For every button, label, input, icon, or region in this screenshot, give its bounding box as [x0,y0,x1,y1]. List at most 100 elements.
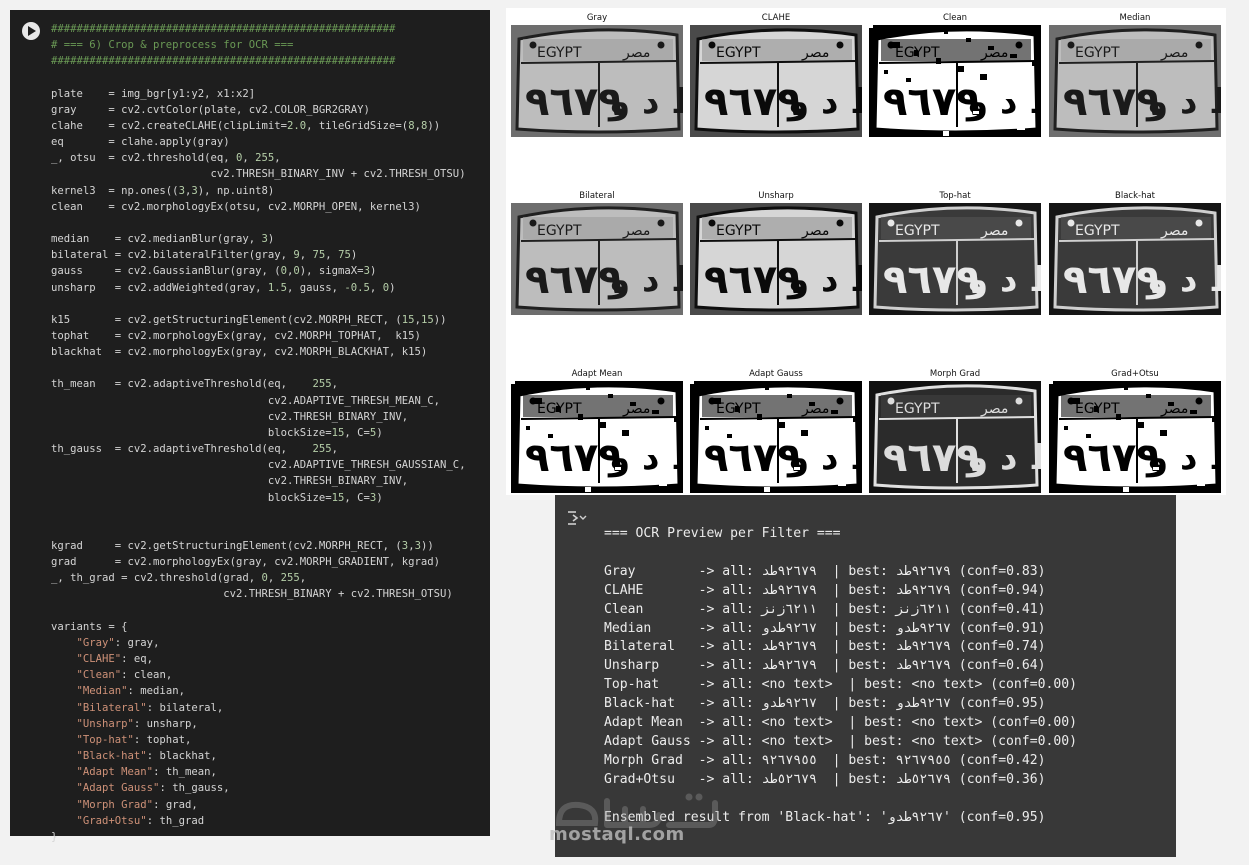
code-line: th_mean = cv2.adaptiveThreshold(eq, 255, [51,378,339,391]
output-line: Adapt Gauss -> all: <no text> | best: <n… [604,733,1077,749]
code-line: "Adapt Gauss": th_gauss, [76,782,230,795]
code-line: cv2.THRESH_BINARY + cv2.THRESH_OTSU) [51,588,453,601]
svg-text:ط د و: ط د و [607,260,683,300]
svg-text:٩٦٧٩: ٩٦٧٩ [704,435,802,481]
output-line: Gray -> all: ٩٢٦٧٩طد | best: ٩٢٦٧٩طد (co… [604,563,1046,579]
code-line: bilateral = cv2.bilateralFilter(gray, 9,… [51,249,358,262]
svg-text:ط د و: ط د و [965,438,1041,478]
panel-title: Unsharp [758,191,794,201]
output-line: Morph Grad -> all: ٩٢٦٧٩٥٥ | best: ٩٢٦٧٩… [604,752,1046,768]
code-line: "Clean": clean, [76,669,173,682]
code-line: blockSize=15, C=3) [51,491,383,504]
figure-panel: Black-hat EGYPT مصر ٩٦٧٩ط د و [1049,189,1221,315]
svg-text:ط د و: ط د و [965,260,1041,300]
figure-panel: Median EGYPT مصر ٩٦٧٩ط د و [1049,11,1221,137]
filter-preview-figure: GrayEGYPTمصر٩٦٧٩ط د وCLAHEEGYPTمصر٩٦٧٩ط … [506,8,1226,495]
svg-text:٩٦٧٩: ٩٦٧٩ [525,257,623,303]
output-toggle-icon[interactable] [565,509,589,527]
code-line: cv2.ADAPTIVE_THRESH_MEAN_C, [51,394,441,407]
svg-text:EGYPT: EGYPT [716,223,761,239]
license-plate-image: EGYPTمصر٩٦٧٩ط د و [1049,203,1221,315]
code-line: } [51,830,58,843]
code-line: ########################################… [51,55,396,68]
svg-text:EGYPT: EGYPT [895,401,940,417]
svg-text:٩٦٧٩: ٩٦٧٩ [1063,435,1161,481]
code-line: blockSize=15, C=5) [51,426,383,439]
code-line: # === 6) Crop & preprocess for OCR === [51,39,294,52]
svg-text:٩٦٧٩: ٩٦٧٩ [883,79,981,125]
panel-title: Gray [586,13,608,23]
svg-text:٩٦٧٩: ٩٦٧٩ [1063,79,1161,125]
license-plate-image: EGYPT مصر ٩٦٧٩ط د و [1049,25,1221,137]
output-line: Clean -> all: ٦٢١١زنز | best: ٦٢١١زنز (c… [604,601,1046,617]
output-line: Adapt Mean -> all: <no text> | best: <no… [604,715,1077,731]
code-editor[interactable]: ########################################… [51,21,466,845]
code-line: median = cv2.medianBlur(gray, 3) [51,233,275,246]
svg-text:٩٦٧٩: ٩٦٧٩ [1063,257,1161,303]
code-line: "Adapt Mean": th_mean, [76,766,217,779]
code-line: clahe = cv2.createCLAHE(clipLimit=2.0, t… [51,119,441,132]
run-cell-button[interactable] [22,22,40,40]
panel-title: Adapt Mean [571,369,623,379]
svg-text:ط د و: ط د و [1145,82,1221,122]
svg-text:مصر: مصر [980,223,1008,239]
license-plate-image: EGYPTمصر٩٦٧٩ط د و [511,203,683,315]
svg-text:مصر: مصر [980,401,1008,417]
code-line: _, otsu = cv2.threshold(eq, 0, 255, [51,152,281,165]
svg-text:ط د و: ط د و [1145,260,1221,300]
code-line: blackhat = cv2.morphologyEx(gray, cv2.MO… [51,346,428,359]
code-line: cv2.ADAPTIVE_THRESH_GAUSSIAN_C, [51,459,466,472]
license-plate-image: EGYPTمصر٩٦٧٩ط د و [869,25,1041,137]
code-line: grad = cv2.morphologyEx(gray, cv2.MORPH_… [51,556,441,569]
license-plate-image: EGYPT مصر ٩٦٧٩ط د و [869,381,1041,493]
figure-panel: Top-hat EGYPT مصر ٩٦٧٩ط د و [869,189,1041,315]
code-line: unsharp = cv2.addWeighted(gray, 1.5, gau… [51,281,396,294]
figure-panel: Adapt Mean EGYPTمصر٩٦٧٩ط د و [511,367,683,493]
svg-text:مصر: مصر [1160,223,1188,239]
code-line: gray = cv2.cvtColor(plate, cv2.COLOR_BGR… [51,103,370,116]
svg-text:٩٦٧٩: ٩٦٧٩ [883,257,981,303]
svg-text:ط د و: ط د و [786,82,862,122]
code-line: cv2.THRESH_BINARY_INV, [51,410,409,423]
output-line: Median -> all: ٩٢٦٧طدو | best: ٩٢٦٧طدو (… [604,620,1046,636]
code-line: "Gray": gray, [76,636,160,649]
svg-text:مصر: مصر [801,401,829,417]
panel-title: Grad+Otsu [1111,369,1159,379]
code-cell[interactable]: ########################################… [10,10,490,843]
panel-title: Clean [942,13,968,23]
figure-panel: Bilateral EGYPT مصر ٩٦٧٩ط د و [511,189,683,315]
code-line: "Black-hat": blackhat, [76,750,217,763]
license-plate-image: EGYPTمصر٩٦٧٩ط د و [511,381,683,493]
code-line: clean = cv2.morphologyEx(otsu, cv2.MORPH… [51,200,421,213]
svg-text:مصر: مصر [801,223,829,239]
code-line: "Grad+Otsu": th_grad [76,814,205,827]
code-line: ########################################… [51,23,396,35]
svg-text:٩٦٧٩: ٩٦٧٩ [704,257,802,303]
svg-text:مصر: مصر [801,45,829,61]
panel-title: Top-hat [939,191,971,201]
figure-panel: Morph Grad EGYPT مصر ٩٦٧٩ط د و [869,367,1041,493]
svg-text:EGYPT: EGYPT [895,223,940,239]
svg-text:ط د و: ط د و [786,260,862,300]
output-line: Bilateral -> all: ٩٢٦٧٩طد | best: ٩٢٦٧٩ط… [604,639,1046,655]
svg-text:مصر: مصر [980,45,1008,61]
code-line: kernel3 = np.ones((3,3), np.uint8) [51,184,275,197]
panel-title: Bilateral [579,191,615,201]
output-line: CLAHE -> all: ٩٢٦٧٩طد | best: ٩٢٦٧٩طد (c… [604,582,1046,598]
svg-text:٩٦٧٩: ٩٦٧٩ [883,435,981,481]
svg-text:EGYPT: EGYPT [537,45,582,61]
svg-text:٩٦٧٩: ٩٦٧٩ [525,79,623,125]
code-line: gauss = cv2.GaussianBlur(gray, (0,0), si… [51,265,377,278]
license-plate-image: EGYPT مصر ٩٦٧٩ط د و [690,203,862,315]
figure-panel: Grad+Otsu EGYPTمصر٩٦٧٩ط د و [1049,367,1221,493]
code-line: _, th_grad = cv2.threshold(grad, 0, 255, [51,572,307,585]
output-line: Black-hat -> all: ٩٢٦٧طدو | best: ٩٢٦٧طد… [604,696,1046,712]
svg-text:مصر: مصر [1160,45,1188,61]
output-line: === OCR Preview per Filter === [604,526,841,541]
figure-panel: Adapt GaussEGYPTمصر٩٦٧٩ط د و [690,367,862,493]
license-plate-image: EGYPTمصر٩٦٧٩ط د و [1049,381,1221,493]
svg-text:EGYPT: EGYPT [1075,45,1120,61]
svg-text:مصر: مصر [622,223,650,239]
code-line: "Median": median, [76,685,185,698]
output-line: Unsharp -> all: ٩٢٦٧٩طد | best: ٩٢٦٧٩طد … [604,658,1046,674]
